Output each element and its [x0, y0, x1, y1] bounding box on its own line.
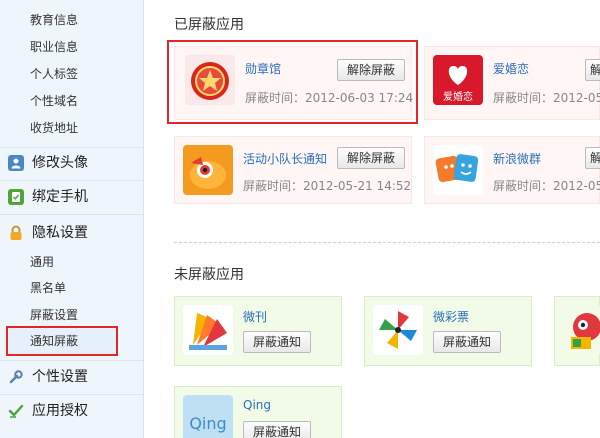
- wrench-icon: [8, 369, 24, 385]
- unblocked-section-title: 未屏蔽应用: [174, 267, 244, 283]
- unblock-button[interactable]: 解: [585, 59, 600, 81]
- divider: [0, 360, 143, 361]
- sidebar-item-block-settings[interactable]: 屏蔽设置: [30, 307, 78, 323]
- sidebar-section-label: 修改头像: [32, 155, 88, 171]
- lottery-pinwheel-icon: [373, 305, 423, 355]
- sidebar-section-privacy[interactable]: 隐私设置: [8, 222, 88, 244]
- check-icon: [8, 403, 24, 419]
- unblocked-app-card: [554, 296, 600, 366]
- sidebar-section-avatar[interactable]: 修改头像: [8, 152, 88, 174]
- block-time: 屏蔽时间：2012-05-: [493, 91, 600, 105]
- sidebar-section-personal[interactable]: 个性设置: [8, 366, 88, 388]
- app-name[interactable]: 新浪微群: [493, 150, 541, 167]
- app-name[interactable]: 微彩票: [433, 308, 469, 325]
- blocked-section-title: 已屏蔽应用: [174, 17, 244, 33]
- blocked-app-card: 新浪微群 屏蔽时间：2012-05- 解: [424, 136, 600, 204]
- unblocked-app-card: Qing Qing 屏蔽通知: [174, 386, 342, 438]
- unblocked-app-card: 微刊 屏蔽通知: [174, 296, 342, 366]
- app-name[interactable]: 爱婚恋: [493, 60, 529, 77]
- blocked-app-card: 爱婚恋 爱婚恋 屏蔽时间：2012-05- 解: [424, 46, 600, 120]
- highlight-box: [167, 40, 418, 124]
- block-time: 屏蔽时间：2012-05-: [493, 179, 600, 193]
- sidebar-item-tags[interactable]: 个人标签: [30, 66, 78, 82]
- sidebar-item-blacklist[interactable]: 黑名单: [30, 280, 66, 296]
- sidebar-item-education[interactable]: 教育信息: [30, 12, 78, 28]
- blocked-app-card: 活动小队长通知 屏蔽时间：2012-05-21 14:52 解除屏蔽: [174, 136, 412, 204]
- sidebar-section-phone[interactable]: 绑定手机: [8, 186, 88, 208]
- unblocked-app-card: 微彩票 屏蔽通知: [364, 296, 532, 366]
- unblock-button[interactable]: 解除屏蔽: [337, 147, 405, 169]
- sidebar-item-general[interactable]: 通用: [30, 254, 54, 270]
- qing-icon: Qing: [183, 395, 233, 438]
- divider: [0, 147, 143, 148]
- sidebar-item-domain[interactable]: 个性域名: [30, 93, 78, 109]
- sidebar-section-auth[interactable]: 应用授权: [8, 400, 88, 422]
- sidebar-item-career[interactable]: 职业信息: [30, 39, 78, 55]
- weikan-icon: [183, 305, 233, 355]
- sidebar-item-address[interactable]: 收货地址: [30, 120, 78, 136]
- game-character-icon: [563, 305, 600, 355]
- block-time: 屏蔽时间：2012-05-21 14:52: [243, 179, 412, 193]
- block-notification-button[interactable]: 屏蔽通知: [243, 331, 311, 353]
- lock-icon: [8, 225, 24, 241]
- app-name[interactable]: Qing: [243, 398, 271, 412]
- app-name[interactable]: 微刊: [243, 308, 267, 325]
- sidebar-section-label: 隐私设置: [32, 225, 88, 241]
- love-icon-text: 爱婚恋: [443, 90, 473, 103]
- activity-captain-icon: [183, 145, 233, 195]
- sidebar-section-label: 应用授权: [32, 403, 88, 419]
- love-marriage-icon: 爱婚恋: [433, 55, 483, 105]
- app-name[interactable]: 活动小队长通知: [243, 150, 327, 167]
- block-notification-button[interactable]: 屏蔽通知: [243, 421, 311, 438]
- person-icon: [8, 155, 24, 171]
- divider: [0, 180, 143, 181]
- qing-icon-text: Qing: [189, 414, 226, 433]
- divider: [0, 394, 143, 395]
- sina-group-icon: [433, 145, 483, 195]
- block-notification-button[interactable]: 屏蔽通知: [433, 331, 501, 353]
- divider: [0, 214, 143, 215]
- unblock-button[interactable]: 解: [585, 147, 600, 169]
- sidebar-section-label: 绑定手机: [32, 189, 88, 205]
- section-divider: [174, 242, 600, 243]
- sidebar-item-notification-block[interactable]: 通知屏蔽: [30, 333, 78, 349]
- phone-check-icon: [8, 189, 24, 205]
- sidebar: 教育信息 职业信息 个人标签 个性域名 收货地址 修改头像 绑定手机 隐私设置 …: [0, 0, 144, 438]
- sidebar-section-label: 个性设置: [32, 369, 88, 385]
